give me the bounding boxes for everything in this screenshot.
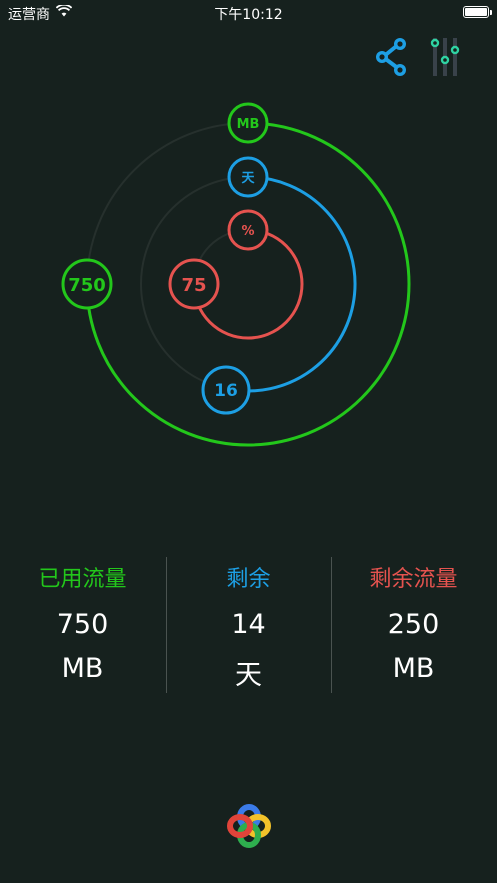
svg-text:16: 16 (214, 381, 238, 401)
remaining-days-unit: 天 (235, 660, 262, 691)
days-arc (227, 175, 357, 393)
status-time: 下午10:12 (214, 7, 283, 23)
middle-unit-badge: 天 (227, 156, 269, 198)
used-traffic-value: 750 (56, 609, 109, 640)
usage-rings: MB 天 % 750 16 75 (61, 102, 411, 447)
sliders-icon[interactable] (426, 36, 464, 78)
remaining-days-value: 14 (231, 609, 266, 640)
battery-icon (463, 6, 489, 18)
remaining-traffic-column: 剩余流量 250 MB (331, 557, 496, 693)
status-bar: 运营商 下午10:12 (0, 0, 497, 26)
svg-text:750: 750 (68, 275, 106, 296)
outer-unit-badge: MB (227, 102, 269, 144)
remaining-days-label: 剩余 (226, 567, 271, 592)
battery-tip (490, 10, 492, 15)
remaining-traffic-unit: MB (392, 653, 435, 684)
inner-value-badge: 75 (168, 258, 220, 310)
remaining-traffic-value: 250 (387, 609, 440, 640)
svg-text:%: % (241, 224, 254, 239)
used-traffic-unit: MB (61, 653, 104, 684)
stats-panel: 已用流量 750 MB 剩余 14 天 剩余流量 250 MB (0, 557, 497, 693)
middle-value-badge: 16 (201, 365, 251, 415)
svg-text:75: 75 (181, 275, 206, 296)
svg-text:天: 天 (241, 171, 255, 186)
screen: 运营商 下午10:12 MB 天 % 750 16 75 已用流量 750 MB… (0, 0, 497, 883)
remaining-days-column: 剩余 14 天 (166, 557, 331, 693)
share-icon[interactable] (372, 36, 412, 78)
used-traffic-label: 已用流量 (38, 567, 127, 592)
remaining-traffic-label: 剩余流量 (369, 567, 458, 592)
inner-unit-badge: % (227, 209, 269, 251)
outer-value-badge: 750 (61, 258, 113, 310)
app-logo-icon[interactable] (226, 803, 272, 849)
used-traffic-column: 已用流量 750 MB (0, 557, 165, 693)
svg-text:MB: MB (237, 117, 260, 132)
